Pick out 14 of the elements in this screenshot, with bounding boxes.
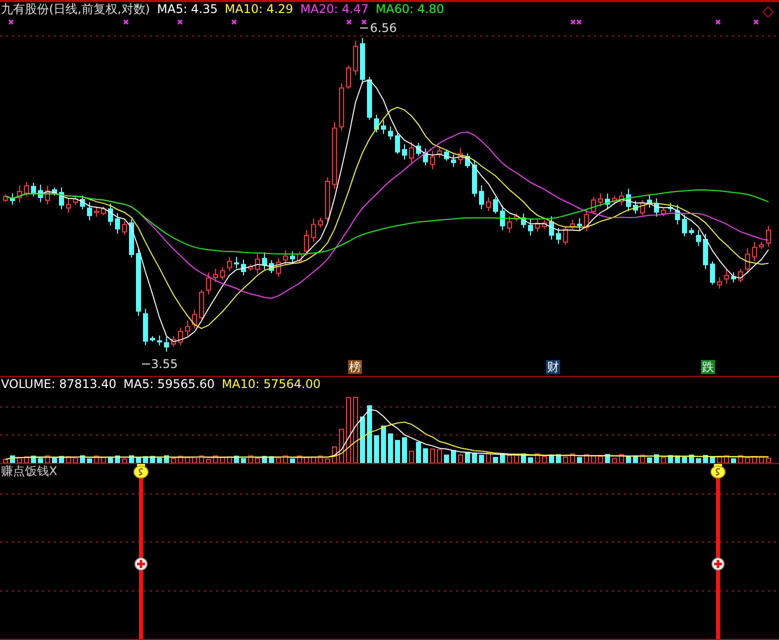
indicator-value: VOLUME: 87813.40 xyxy=(1,377,116,392)
event-tag: 跌 xyxy=(701,360,715,374)
event-tag: 财 xyxy=(546,360,560,374)
indicator-title: 赚点饭钱X xyxy=(1,464,58,479)
high-price-label: 6.56 xyxy=(370,21,397,35)
indicator-value: MA5: 4.35 xyxy=(157,2,218,17)
indicator-value: MA5: 59565.60 xyxy=(123,377,215,392)
indicator-value: MA20: 4.47 xyxy=(300,2,369,17)
indicator-value: MA10: 57564.00 xyxy=(222,377,321,392)
event-tag: 榜 xyxy=(348,360,362,374)
indicator-value: MA60: 4.80 xyxy=(376,2,444,17)
low-price-label: 3.55 xyxy=(151,357,178,371)
indicator-value: MA10: 4.29 xyxy=(224,2,294,17)
chart-title: 九有股份(日线,前复权,对数) xyxy=(1,2,150,17)
